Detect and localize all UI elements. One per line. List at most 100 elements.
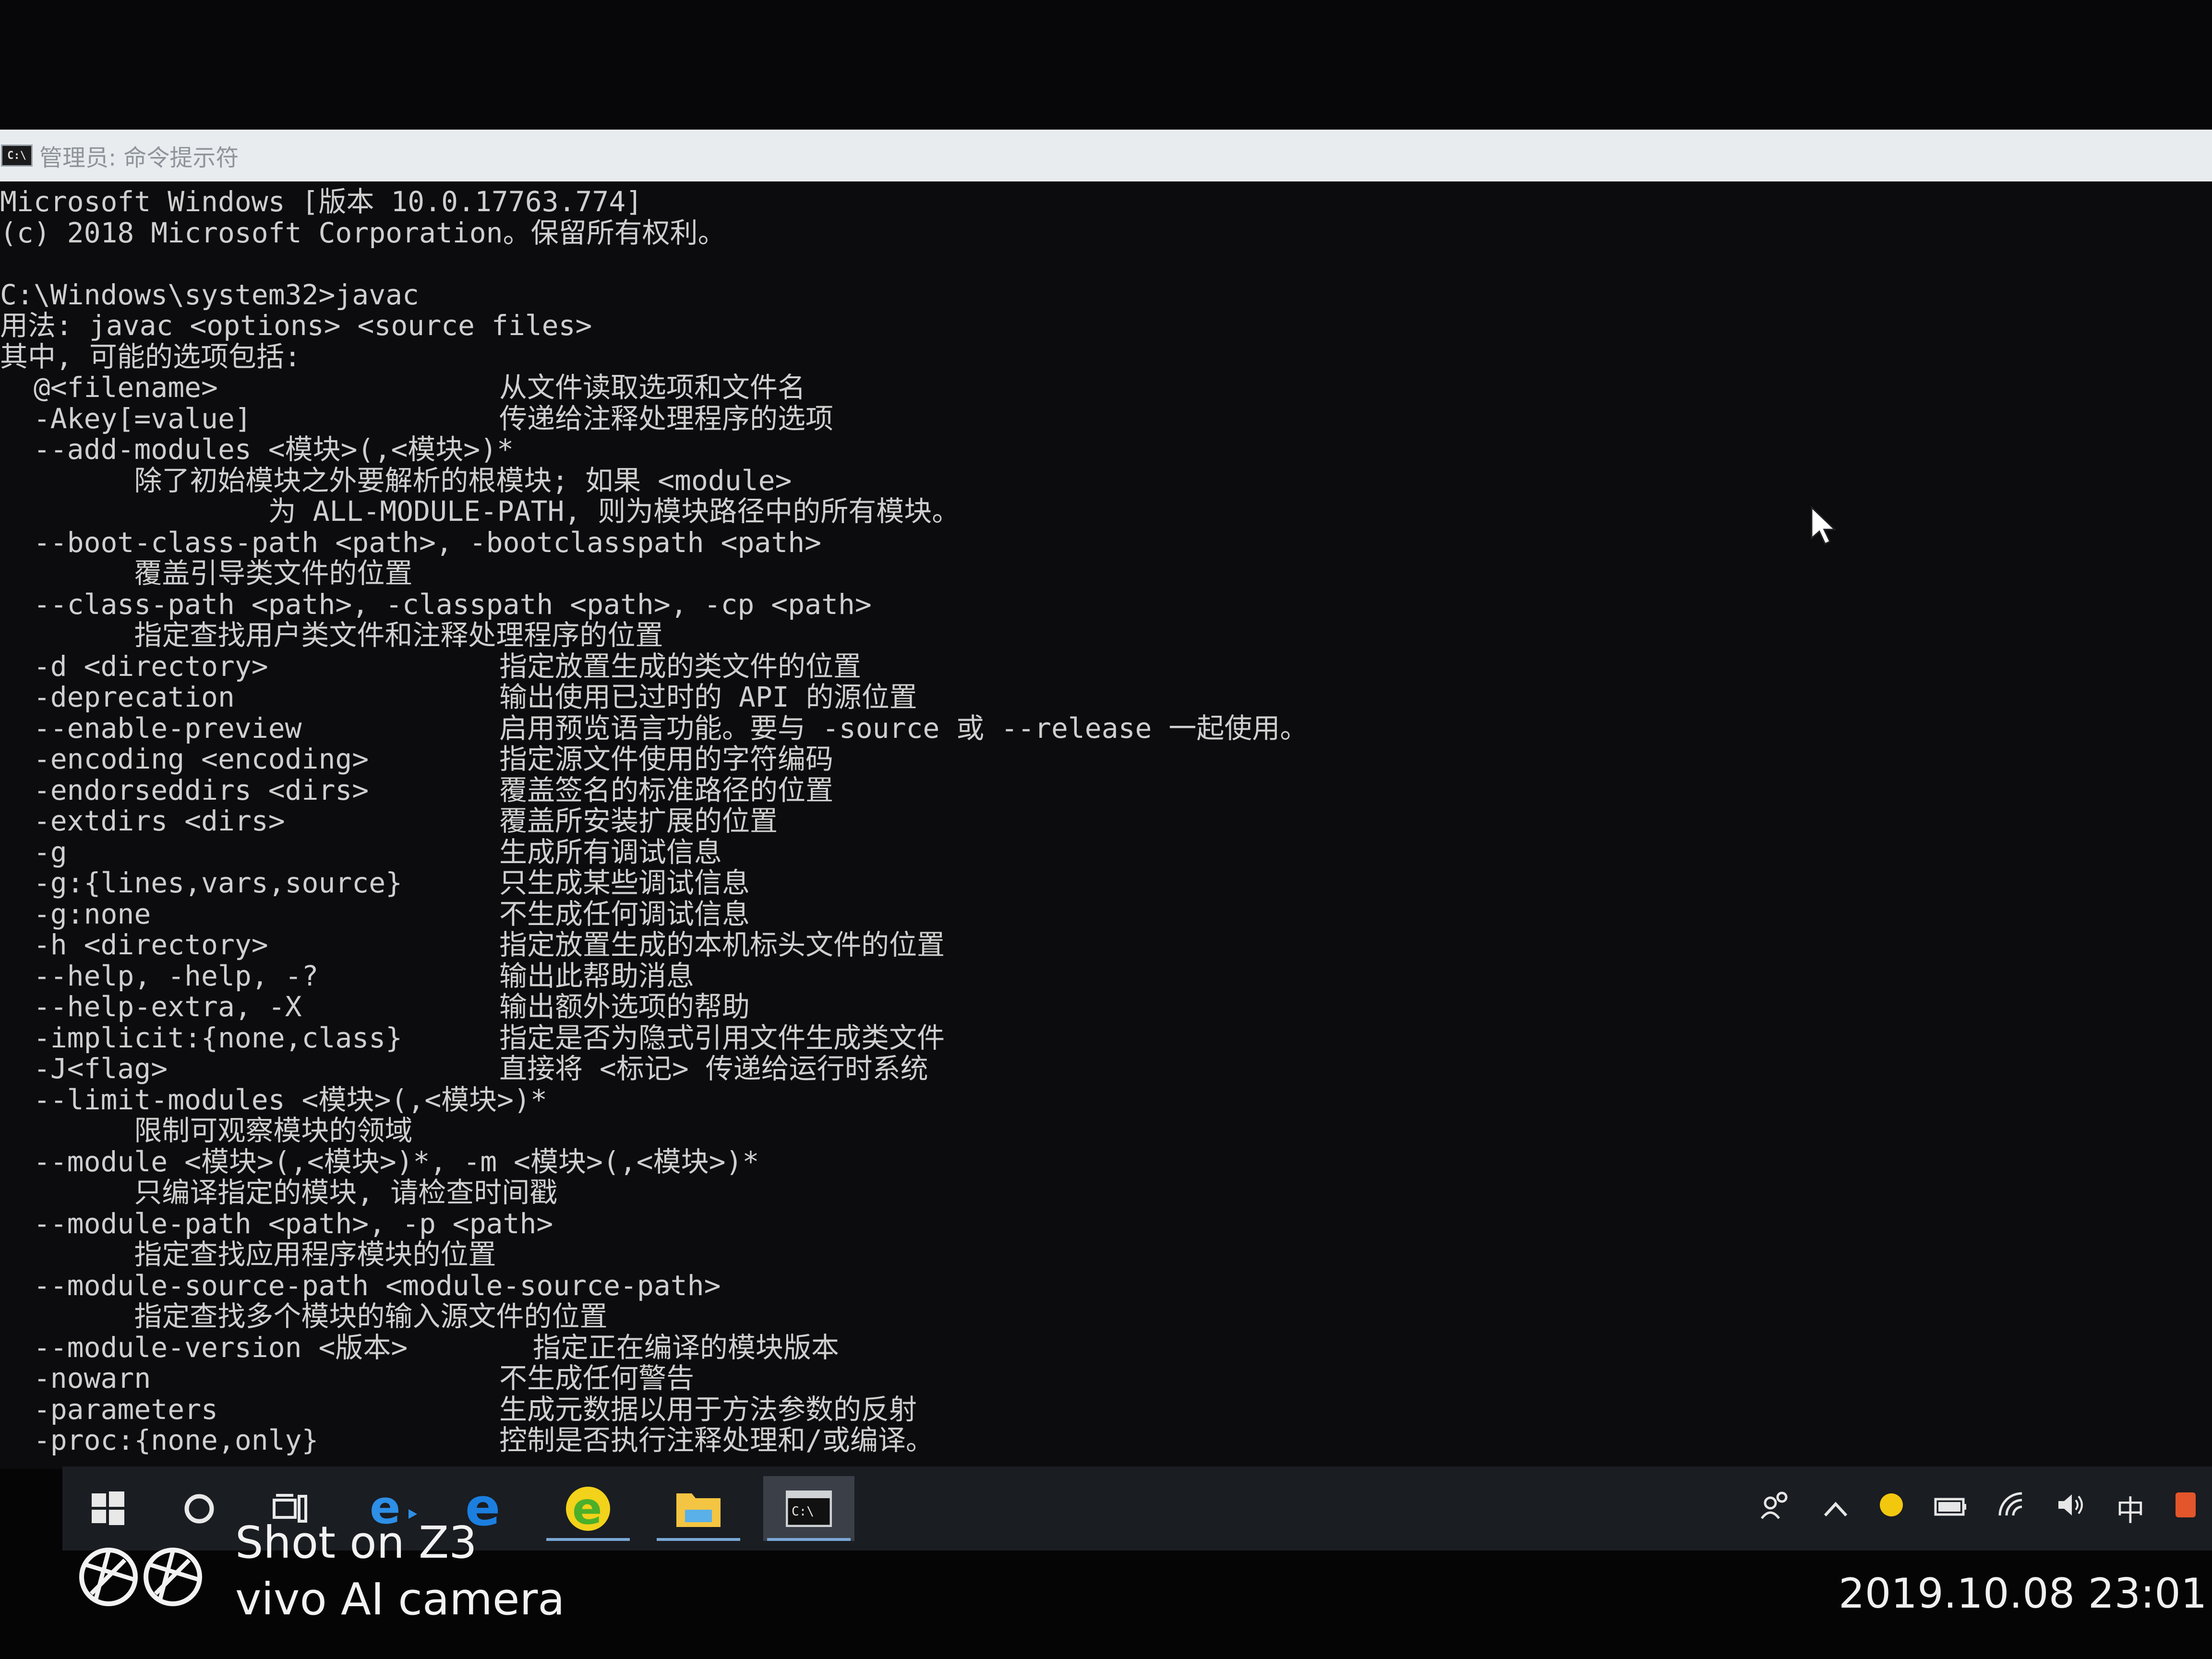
option-flag: 为 ALL-MODULE-PATH, 则为模块路径中的所有模块。 bbox=[0, 495, 960, 528]
option-flag: --module-path <path>, -p <path> bbox=[0, 1207, 553, 1240]
option-row: --limit-modules <模块>(,<模块>)* bbox=[0, 1084, 2212, 1116]
option-flag: -encoding <encoding> bbox=[0, 743, 369, 775]
option-row: -parameters 生成元数据以用于方法参数的反射 bbox=[0, 1394, 2212, 1425]
option-flag: --module-source-path <module-source-path… bbox=[0, 1269, 721, 1302]
running-indicator bbox=[546, 1538, 630, 1541]
option-description: 输出此帮助消息 bbox=[499, 959, 695, 992]
chevron-up-icon[interactable] bbox=[1822, 1492, 1849, 1526]
option-row: --enable-preview 启用预览语言功能。要与 -source 或 --… bbox=[0, 711, 2212, 745]
option-description: 指定放置生成的类文件的位置 bbox=[499, 649, 862, 683]
option-description: 指定是否为隐式引用文件生成类文件 bbox=[499, 1021, 945, 1054]
option-description: 不生成任何调试信息 bbox=[499, 897, 750, 930]
option-row: -d <directory> 指定放置生成的类文件的位置 bbox=[0, 649, 2212, 683]
option-row: -g 生成所有调试信息 bbox=[0, 836, 2212, 868]
option-row: --module-path <path>, -p <path> bbox=[0, 1208, 2212, 1239]
option-flag: --limit-modules <模块>(,<模块>)* bbox=[0, 1083, 547, 1116]
option-description: 输出额外选项的帮助 bbox=[499, 990, 750, 1023]
option-row: -h <directory> 指定放置生成的本机标头文件的位置 bbox=[0, 929, 2212, 961]
running-indicator bbox=[657, 1538, 740, 1541]
active-indicator bbox=[767, 1538, 851, 1541]
option-description: 直接将 <标记> 传递给运行时系统 bbox=[499, 1052, 928, 1085]
system-tray[interactable]: 中 bbox=[1745, 1467, 2212, 1551]
option-row: 为 ALL-MODULE-PATH, 则为模块路径中的所有模块。 bbox=[0, 496, 2212, 527]
option-row: --module <模块>(,<模块>)*, -m <模块>(,<模块>)* bbox=[0, 1146, 2212, 1178]
battery-icon[interactable] bbox=[1934, 1492, 1968, 1526]
wifi-icon[interactable] bbox=[1997, 1491, 2028, 1526]
option-flag: -g:none bbox=[0, 897, 151, 930]
option-row: -extdirs <dirs> 覆盖所安装扩展的位置 bbox=[0, 805, 2212, 837]
screen-bezel bbox=[0, 0, 2212, 130]
option-row: -encoding <encoding> 指定源文件使用的字符编码 bbox=[0, 744, 2212, 775]
option-row: @<filename> 从文件读取选项和文件名 bbox=[0, 372, 2212, 403]
window-title: 管理员: 命令提示符 bbox=[39, 144, 239, 171]
command-prompt-window[interactable]: C:\ 管理员: 命令提示符 Microsoft Windows [版本 10.… bbox=[0, 130, 2212, 1469]
option-flag: --module <模块>(,<模块>)*, -m <模块>(,<模块>)* bbox=[0, 1145, 759, 1178]
option-flag: -parameters bbox=[0, 1393, 218, 1426]
option-flag: --add-modules <模块>(,<模块>)* bbox=[0, 433, 514, 466]
photo-timestamp: 2019.10.08 23:01 bbox=[1839, 1570, 2207, 1618]
option-description: 启用预览语言功能。要与 -source 或 --release 一起使用。 bbox=[499, 711, 1308, 745]
option-flag: 指定查找用户类文件和注释处理程序的位置 bbox=[0, 619, 663, 651]
svg-text:C:\: C:\ bbox=[792, 1504, 814, 1519]
option-row: -deprecation 输出使用已过时的 API 的源位置 bbox=[0, 682, 2212, 713]
option-description: 从文件读取选项和文件名 bbox=[499, 371, 806, 404]
360-browser-icon[interactable]: e bbox=[542, 1476, 634, 1541]
option-description: 覆盖所安装扩展的位置 bbox=[499, 805, 778, 837]
option-flag: 覆盖引导类文件的位置 bbox=[0, 557, 413, 589]
option-description: 只生成某些调试信息 bbox=[499, 866, 750, 899]
option-flag: -d <directory> bbox=[0, 649, 268, 683]
option-flag: --module-version <版本> bbox=[0, 1331, 408, 1364]
option-description: 指定源文件使用的字符编码 bbox=[499, 743, 834, 775]
option-row: --help-extra, -X 输出额外选项的帮助 bbox=[0, 991, 2212, 1022]
cmd-window-icon[interactable]: C:\ bbox=[1, 144, 33, 167]
option-flag: -proc:{none,only} bbox=[0, 1424, 319, 1456]
notification-app-icon[interactable] bbox=[2174, 1491, 2198, 1527]
option-row: -g:none 不生成任何调试信息 bbox=[0, 897, 2212, 930]
console-output[interactable]: Microsoft Windows [版本 10.0.17763.774] (c)… bbox=[0, 186, 2212, 1469]
people-icon[interactable] bbox=[1760, 1491, 1793, 1527]
windows-start-icon[interactable] bbox=[82, 1476, 134, 1541]
yellow-app-tray-icon[interactable] bbox=[1878, 1491, 1905, 1526]
option-flag: -implicit:{none,class} bbox=[0, 1021, 403, 1054]
volume-icon[interactable] bbox=[2056, 1491, 2087, 1526]
console-line: 其中, 可能的选项包括: bbox=[0, 340, 301, 373]
option-flag: -deprecation bbox=[0, 681, 235, 713]
option-row: 指定查找用户类文件和注释处理程序的位置 bbox=[0, 620, 2212, 651]
option-row: --class-path <path>, -classpath <path>, … bbox=[0, 589, 2212, 620]
command-prompt-icon[interactable]: C:\ bbox=[763, 1476, 854, 1541]
option-flag: -extdirs <dirs> bbox=[0, 805, 285, 837]
option-row: -implicit:{none,class} 指定是否为隐式引用文件生成类文件 bbox=[0, 1022, 2212, 1054]
file-explorer-icon[interactable] bbox=[653, 1476, 744, 1541]
option-row: 限制可观察模块的领域 bbox=[0, 1115, 2212, 1146]
option-flag: 限制可观察模块的领域 bbox=[0, 1114, 413, 1147]
brand-shot-on: Shot on Z3 bbox=[235, 1517, 477, 1568]
option-row: -Akey[=value] 传递给注释处理程序的选项 bbox=[0, 403, 2212, 434]
option-description: 不生成任何警告 bbox=[499, 1362, 695, 1395]
option-flag: 只编译指定的模块, 请检查时间戳 bbox=[0, 1176, 558, 1209]
console-line: 用法: javac <options> <source files> bbox=[0, 309, 592, 342]
option-flag: --class-path <path>, -classpath <path>, … bbox=[0, 588, 872, 621]
option-description: 传递给注释处理程序的选项 bbox=[499, 402, 834, 435]
option-description: 指定正在编译的模块版本 bbox=[499, 1331, 839, 1364]
console-line: C:\Windows\system32>javac bbox=[0, 278, 419, 311]
option-row: -proc:{none,only} 控制是否执行注释处理和/或编译。 bbox=[0, 1425, 2212, 1456]
option-row: -nowarn 不生成任何警告 bbox=[0, 1363, 2212, 1394]
option-row: --add-modules <模块>(,<模块>)* bbox=[0, 434, 2212, 465]
option-flag: --help, -help, -? bbox=[0, 959, 319, 992]
option-row: 指定查找应用程序模块的位置 bbox=[0, 1239, 2212, 1270]
console-line: Microsoft Windows [版本 10.0.17763.774] bbox=[0, 185, 643, 218]
option-description: 输出使用已过时的 API 的源位置 bbox=[499, 681, 917, 713]
ime-indicator[interactable]: 中 bbox=[2116, 1488, 2145, 1529]
option-row: --boot-class-path <path>, -bootclasspath… bbox=[0, 527, 2212, 558]
option-row: -endorseddirs <dirs> 覆盖签名的标准路径的位置 bbox=[0, 774, 2212, 806]
option-row: --help, -help, -? 输出此帮助消息 bbox=[0, 959, 2212, 992]
option-row: 覆盖引导类文件的位置 bbox=[0, 558, 2212, 589]
option-flag: 除了初始模块之外要解析的根模块; 如果 <module> bbox=[0, 464, 792, 497]
option-flag: -g:{lines,vars,source} bbox=[0, 866, 403, 899]
option-row: --module-source-path <module-source-path… bbox=[0, 1270, 2212, 1301]
option-description: 控制是否执行注释处理和/或编译。 bbox=[499, 1424, 934, 1456]
cortana-circle-icon[interactable] bbox=[173, 1476, 226, 1541]
option-row: -J<flag> 直接将 <标记> 传递给运行时系统 bbox=[0, 1053, 2212, 1084]
option-row: --module-version <版本> 指定正在编译的模块版本 bbox=[0, 1332, 2212, 1363]
window-titlebar[interactable]: C:\ 管理员: 命令提示符 bbox=[0, 130, 2212, 181]
